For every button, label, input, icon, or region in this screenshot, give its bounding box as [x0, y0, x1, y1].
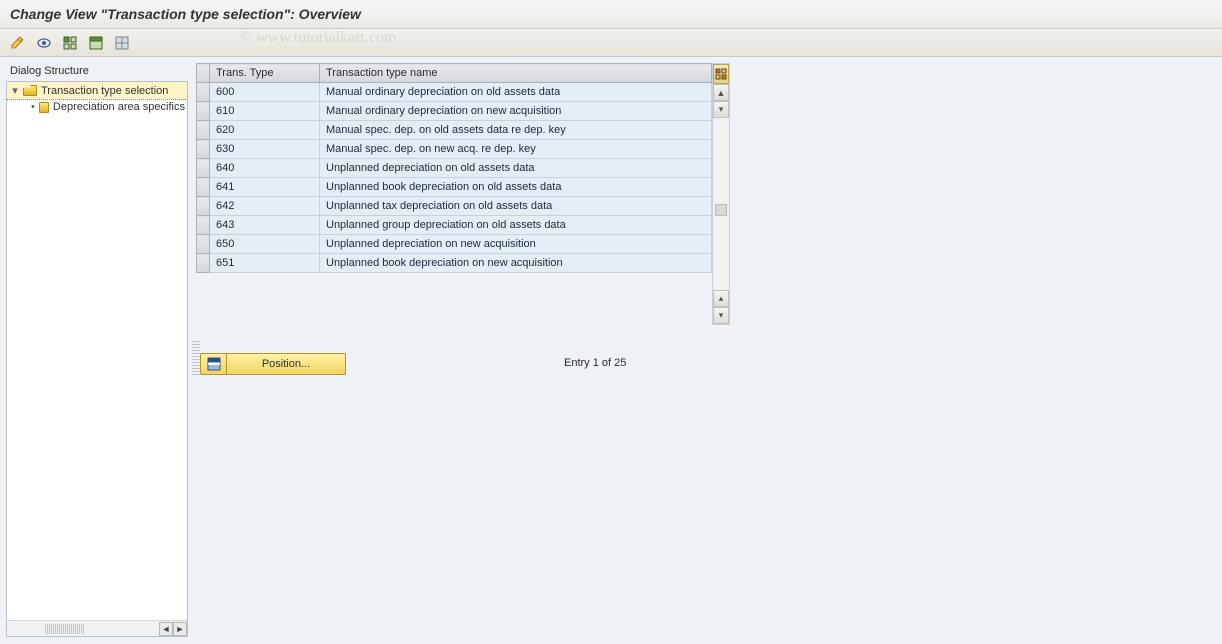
tree-collapse-icon[interactable]: ▾	[9, 84, 21, 97]
cell-trans-type[interactable]: 643	[210, 216, 320, 235]
row-selector[interactable]	[197, 254, 210, 273]
table-settings-icon[interactable]	[713, 64, 729, 84]
row-selector[interactable]	[197, 121, 210, 140]
tree-node-label: Transaction type selection	[41, 85, 168, 97]
splitter-handle[interactable]	[192, 341, 200, 377]
cell-trans-type[interactable]: 610	[210, 102, 320, 121]
cell-trans-type[interactable]: 651	[210, 254, 320, 273]
page-title: Change View "Transaction type selection"…	[0, 0, 1222, 29]
table-row[interactable]: 651Unplanned book depreciation on new ac…	[197, 254, 712, 273]
content-panel: Trans. Type Transaction type name 600Man…	[192, 63, 1216, 637]
scroll-up-step-icon[interactable]: ▾	[713, 101, 729, 118]
tree-node-label: Depreciation area specifics	[53, 101, 185, 113]
cell-trans-type[interactable]: 640	[210, 159, 320, 178]
dialog-structure-heading: Dialog Structure	[6, 63, 188, 81]
transaction-type-table[interactable]: Trans. Type Transaction type name 600Man…	[196, 63, 712, 273]
scroll-left-icon[interactable]: ◄	[159, 622, 173, 636]
cell-trans-name[interactable]: Unplanned tax depreciation on old assets…	[320, 197, 712, 216]
scroll-down-icon[interactable]: ▾	[713, 307, 729, 324]
position-icon[interactable]	[200, 353, 226, 375]
row-selector[interactable]	[197, 197, 210, 216]
scrollbar-thumb[interactable]	[715, 204, 727, 216]
cell-trans-type[interactable]: 650	[210, 235, 320, 254]
cell-trans-type[interactable]: 630	[210, 140, 320, 159]
other-view-icon[interactable]	[34, 33, 54, 53]
tree-node-transaction-type-selection[interactable]: ▾ Transaction type selection	[7, 82, 187, 99]
watermark: © www.tutorialkart.com	[240, 29, 396, 47]
cell-trans-type[interactable]: 641	[210, 178, 320, 197]
folder-closed-icon	[39, 102, 49, 113]
cell-trans-name[interactable]: Unplanned group depreciation on old asse…	[320, 216, 712, 235]
table-row[interactable]: 620Manual spec. dep. on old assets data …	[197, 121, 712, 140]
toggle-display-change-icon[interactable]	[8, 33, 28, 53]
table-row[interactable]: 641Unplanned book depreciation on old as…	[197, 178, 712, 197]
cell-trans-type[interactable]: 642	[210, 197, 320, 216]
toolbar: © www.tutorialkart.com	[0, 29, 1222, 57]
cell-trans-type[interactable]: 600	[210, 83, 320, 102]
dialog-structure-panel: Dialog Structure ▾ Transaction type sele…	[6, 63, 188, 637]
cell-trans-name[interactable]: Unplanned depreciation on old assets dat…	[320, 159, 712, 178]
table-row[interactable]: 630Manual spec. dep. on new acq. re dep.…	[197, 140, 712, 159]
entry-counter: Entry 1 of 25	[564, 357, 626, 369]
table-row[interactable]: 640Unplanned depreciation on old assets …	[197, 159, 712, 178]
col-header-trans-name[interactable]: Transaction type name	[320, 64, 712, 83]
table-row[interactable]: 642Unplanned tax depreciation on old ass…	[197, 197, 712, 216]
select-block-icon[interactable]	[86, 33, 106, 53]
position-button[interactable]: Position...	[226, 353, 346, 375]
table-row[interactable]: 610Manual ordinary depreciation on new a…	[197, 102, 712, 121]
transaction-type-table-wrap: Trans. Type Transaction type name 600Man…	[196, 63, 712, 273]
tree-horizontal-scrollbar[interactable]: ◄ ►	[7, 620, 187, 636]
table-corner[interactable]	[197, 64, 210, 83]
cell-trans-name[interactable]: Manual ordinary depreciation on new acqu…	[320, 102, 712, 121]
cell-trans-name[interactable]: Manual spec. dep. on old assets data re …	[320, 121, 712, 140]
folder-open-icon	[23, 85, 37, 96]
scrollbar-track[interactable]	[713, 118, 729, 290]
scroll-down-step-icon[interactable]: ▴	[713, 290, 729, 307]
row-selector[interactable]	[197, 178, 210, 197]
col-header-trans-type[interactable]: Trans. Type	[210, 64, 320, 83]
tree-node-depreciation-area[interactable]: • Depreciation area specifics	[7, 99, 187, 115]
row-selector[interactable]	[197, 216, 210, 235]
cell-trans-name[interactable]: Unplanned book depreciation on new acqui…	[320, 254, 712, 273]
cell-trans-name[interactable]: Unplanned depreciation on new acquisitio…	[320, 235, 712, 254]
row-selector[interactable]	[197, 159, 210, 178]
scroll-up-icon[interactable]: ▲	[713, 84, 729, 101]
table-body: 600Manual ordinary depreciation on old a…	[197, 83, 712, 273]
row-selector[interactable]	[197, 83, 210, 102]
cell-trans-name[interactable]: Unplanned book depreciation on old asset…	[320, 178, 712, 197]
tree-bullet-icon: •	[29, 101, 37, 113]
table-row[interactable]: 600Manual ordinary depreciation on old a…	[197, 83, 712, 102]
table-row[interactable]: 650Unplanned depreciation on new acquisi…	[197, 235, 712, 254]
table-vertical-scrollbar[interactable]: ▲ ▾ ▴ ▾	[712, 63, 730, 325]
row-selector[interactable]	[197, 102, 210, 121]
dialog-structure-tree[interactable]: ▾ Transaction type selection • Depreciat…	[6, 81, 188, 637]
cell-trans-name[interactable]: Manual spec. dep. on new acq. re dep. ke…	[320, 140, 712, 159]
scrollbar-grip[interactable]	[45, 624, 85, 634]
table-row[interactable]: 643Unplanned group depreciation on old a…	[197, 216, 712, 235]
cell-trans-name[interactable]: Manual ordinary depreciation on old asse…	[320, 83, 712, 102]
select-all-icon[interactable]	[60, 33, 80, 53]
deselect-all-icon[interactable]	[112, 33, 132, 53]
cell-trans-type[interactable]: 620	[210, 121, 320, 140]
scroll-right-icon[interactable]: ►	[173, 622, 187, 636]
row-selector[interactable]	[197, 235, 210, 254]
row-selector[interactable]	[197, 140, 210, 159]
